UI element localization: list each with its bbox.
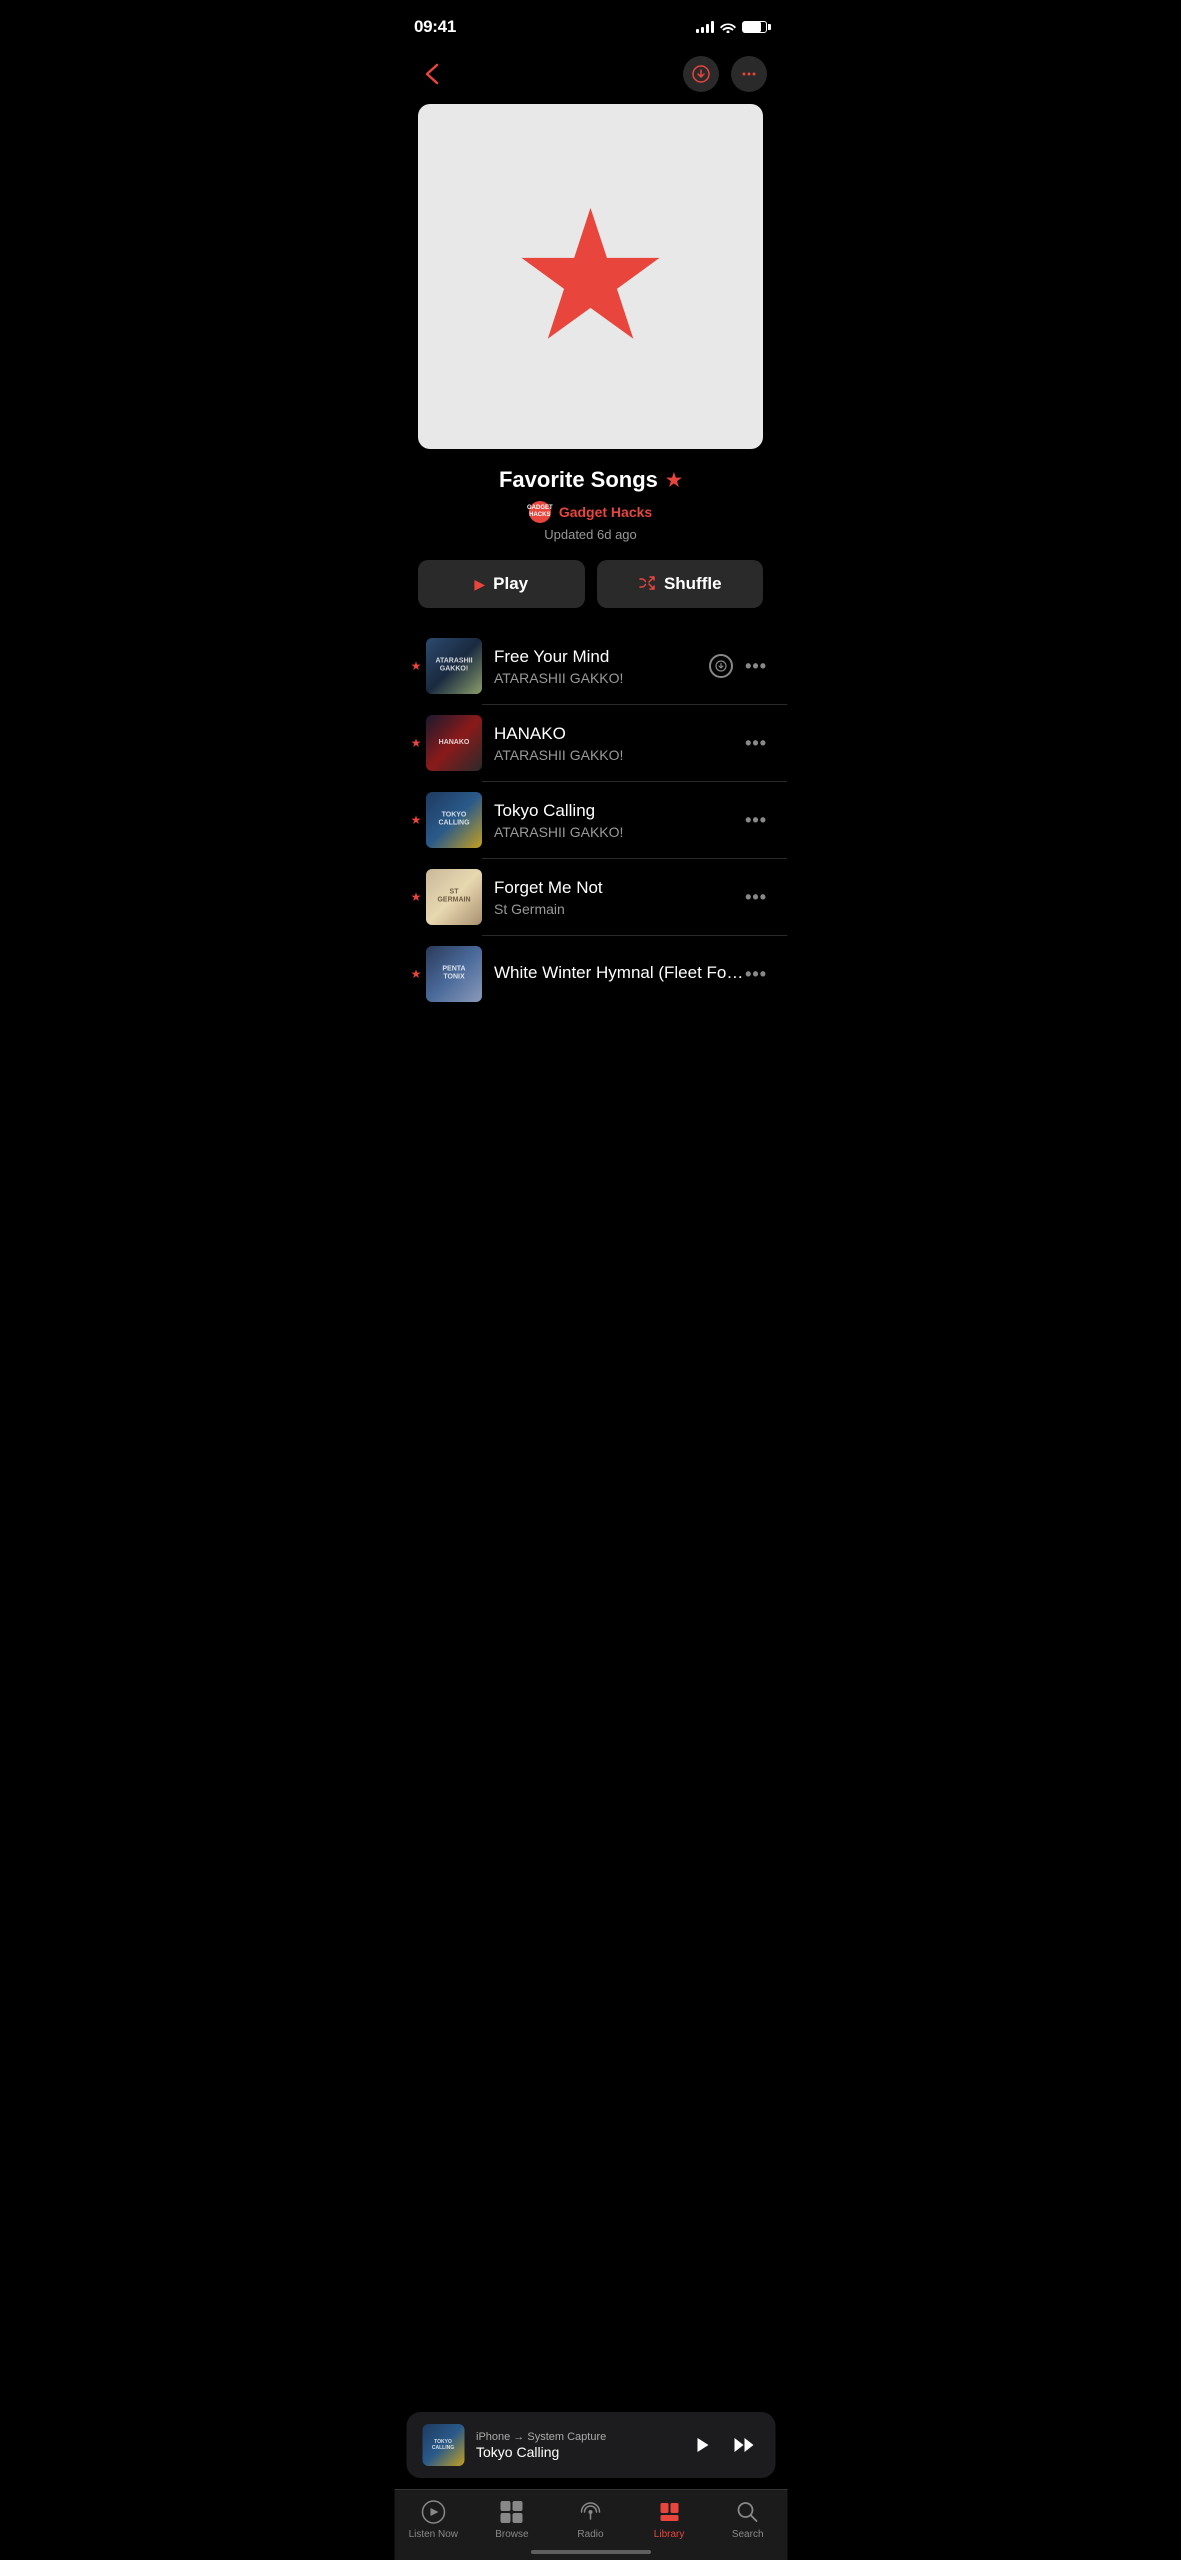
song-more-icon[interactable]: ••• bbox=[745, 887, 767, 908]
np-artwork: TOKYOCALLING bbox=[422, 2424, 464, 2466]
tab-library[interactable]: Library bbox=[639, 2498, 699, 2540]
song-item[interactable]: ★ TOKYOCALLING Tokyo Calling ATARASHII G… bbox=[394, 782, 787, 858]
song-details: Forget Me Not St Germain bbox=[494, 878, 745, 917]
status-icons bbox=[696, 21, 767, 33]
song-more-icon[interactable]: ••• bbox=[745, 733, 767, 754]
play-label: Play bbox=[493, 574, 528, 594]
tab-search-label: Search bbox=[732, 2529, 764, 2540]
tab-listen-now-label: Listen Now bbox=[409, 2529, 458, 2540]
song-list: ★ ATARASHIIGAKKO! Free Your Mind ATARASH… bbox=[394, 628, 787, 1012]
play-icon: ▶ bbox=[474, 576, 485, 593]
song-actions: ••• bbox=[745, 733, 767, 754]
browse-icon bbox=[498, 2498, 526, 2526]
listen-now-icon bbox=[419, 2498, 447, 2526]
nav-actions bbox=[683, 56, 767, 92]
playlist-star-art: ★ bbox=[510, 187, 671, 367]
author-name[interactable]: Gadget Hacks bbox=[559, 504, 652, 520]
album-art: ★ bbox=[418, 104, 763, 449]
np-title: Tokyo Calling bbox=[476, 2444, 675, 2460]
song-star: ★ bbox=[406, 659, 426, 673]
song-star: ★ bbox=[406, 736, 426, 750]
tab-radio[interactable]: Radio bbox=[560, 2498, 620, 2540]
tab-radio-label: Radio bbox=[577, 2529, 603, 2540]
song-actions: ••• bbox=[745, 887, 767, 908]
now-playing-bar[interactable]: TOKYOCALLING iPhone → System Capture Tok… bbox=[406, 2412, 775, 2478]
np-play-button[interactable] bbox=[687, 2431, 715, 2459]
song-artist: ATARASHII GAKKO! bbox=[494, 670, 709, 686]
tab-browse[interactable]: Browse bbox=[482, 2498, 542, 2540]
song-actions: ••• bbox=[745, 964, 767, 985]
status-bar: 09:41 bbox=[394, 0, 787, 48]
np-source: iPhone → System Capture bbox=[476, 2431, 675, 2443]
back-button[interactable] bbox=[414, 56, 450, 92]
play-button[interactable]: ▶ Play bbox=[418, 560, 585, 608]
song-actions: ••• bbox=[709, 654, 767, 678]
album-art-container: ★ bbox=[394, 104, 787, 449]
nav-bar bbox=[394, 48, 787, 104]
song-artwork: ATARASHIIGAKKO! bbox=[426, 638, 482, 694]
song-actions: ••• bbox=[745, 810, 767, 831]
action-buttons: ▶ Play Shuffle bbox=[394, 560, 787, 628]
song-artwork: STGERMAIN bbox=[426, 869, 482, 925]
playlist-info: Favorite Songs ★ GADGETHACKS Gadget Hack… bbox=[394, 467, 787, 560]
battery-icon bbox=[742, 21, 767, 33]
song-title: White Winter Hymnal (Fleet Foxes Cover) bbox=[494, 963, 745, 983]
song-star: ★ bbox=[406, 813, 426, 827]
song-details: Tokyo Calling ATARASHII GAKKO! bbox=[494, 801, 745, 840]
song-details: HANAKO ATARASHII GAKKO! bbox=[494, 724, 745, 763]
song-item[interactable]: ★ PENTATONIX White Winter Hymnal (Fleet … bbox=[394, 936, 787, 1012]
playlist-updated: Updated 6d ago bbox=[418, 527, 763, 542]
shuffle-icon bbox=[638, 576, 656, 593]
song-artwork: TOKYOCALLING bbox=[426, 792, 482, 848]
song-more-icon[interactable]: ••• bbox=[745, 964, 767, 985]
np-controls bbox=[687, 2431, 759, 2459]
song-details: White Winter Hymnal (Fleet Foxes Cover) bbox=[494, 963, 745, 986]
song-artist: ATARASHII GAKKO! bbox=[494, 824, 745, 840]
download-button[interactable] bbox=[683, 56, 719, 92]
shuffle-label: Shuffle bbox=[664, 574, 722, 594]
song-item[interactable]: ★ ATARASHIIGAKKO! Free Your Mind ATARASH… bbox=[394, 628, 787, 704]
author-avatar: GADGETHACKS bbox=[529, 501, 551, 523]
shuffle-button[interactable]: Shuffle bbox=[597, 560, 764, 608]
radio-icon bbox=[576, 2498, 604, 2526]
song-artist: ATARASHII GAKKO! bbox=[494, 747, 745, 763]
song-details: Free Your Mind ATARASHII GAKKO! bbox=[494, 647, 709, 686]
playlist-favorite-star: ★ bbox=[666, 470, 682, 491]
more-options-button[interactable] bbox=[731, 56, 767, 92]
search-icon bbox=[734, 2498, 762, 2526]
library-icon bbox=[655, 2498, 683, 2526]
song-title: Free Your Mind bbox=[494, 647, 709, 667]
song-star: ★ bbox=[406, 890, 426, 904]
tab-browse-label: Browse bbox=[495, 2529, 528, 2540]
signal-icon bbox=[696, 21, 714, 33]
song-more-icon[interactable]: ••• bbox=[745, 810, 767, 831]
song-artwork: PENTATONIX bbox=[426, 946, 482, 1002]
song-more-icon[interactable]: ••• bbox=[745, 656, 767, 677]
song-download-icon[interactable] bbox=[709, 654, 733, 678]
song-title: HANAKO bbox=[494, 724, 745, 744]
song-star: ★ bbox=[406, 967, 426, 981]
home-indicator bbox=[531, 2550, 651, 2554]
song-artist: St Germain bbox=[494, 901, 745, 917]
tab-library-label: Library bbox=[654, 2529, 685, 2540]
song-item[interactable]: ★ STGERMAIN Forget Me Not St Germain ••• bbox=[394, 859, 787, 935]
song-item[interactable]: ★ HANAKO HANAKO ATARASHII GAKKO! ••• bbox=[394, 705, 787, 781]
wifi-icon bbox=[720, 21, 736, 33]
tab-search[interactable]: Search bbox=[718, 2498, 778, 2540]
tab-listen-now[interactable]: Listen Now bbox=[403, 2498, 463, 2540]
song-title: Forget Me Not bbox=[494, 878, 745, 898]
song-artwork: HANAKO bbox=[426, 715, 482, 771]
playlist-title: Favorite Songs ★ bbox=[418, 467, 763, 493]
playlist-author[interactable]: GADGETHACKS Gadget Hacks bbox=[418, 501, 763, 523]
status-time: 09:41 bbox=[414, 17, 456, 37]
np-details: iPhone → System Capture Tokyo Calling bbox=[476, 2431, 675, 2460]
np-fastforward-button[interactable] bbox=[731, 2431, 759, 2459]
song-title: Tokyo Calling bbox=[494, 801, 745, 821]
